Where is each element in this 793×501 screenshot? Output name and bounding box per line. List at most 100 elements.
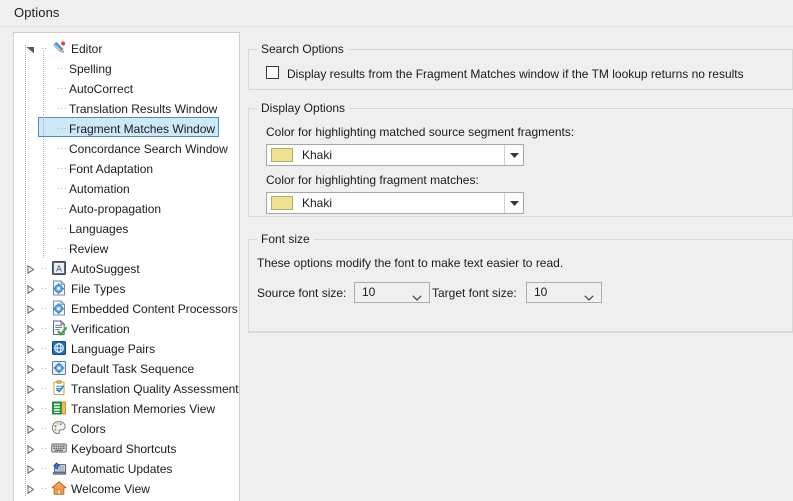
tree-item-fragment-matches-window[interactable]: ··· Fragment Matches Window <box>14 117 239 138</box>
tree-item-keyboard-shortcuts[interactable]: ·· Keyboard Shortcuts <box>14 438 239 458</box>
palette-icon <box>51 420 66 434</box>
chevron-down-icon <box>412 290 422 304</box>
tree-connector: ··· <box>57 162 67 174</box>
tree-connector: ·· <box>40 362 48 374</box>
tree-item-automation[interactable]: ··· Automation <box>14 178 239 198</box>
source-font-size-combo[interactable]: 10 <box>354 282 430 303</box>
font-size-group: Font size These options modify the font … <box>248 232 793 332</box>
pencil-icon <box>53 41 66 53</box>
triangle-right-icon <box>27 285 34 295</box>
tree-item-embedded-content-processors[interactable]: ·· Embedded Content Processors <box>14 298 239 318</box>
triangle-right-icon <box>27 465 34 475</box>
tree-connector: ··· <box>57 122 67 134</box>
font-size-description: These options modify the font to make te… <box>257 256 564 270</box>
tree-item-automatic-updates[interactable]: ·· Automatic Updates <box>14 458 239 478</box>
triangle-right-icon <box>27 385 34 395</box>
tree-item-label: Spelling <box>69 61 112 76</box>
font-size-title: Font size <box>261 232 310 246</box>
pencil-icon <box>51 40 68 56</box>
tree-item-autocorrect[interactable]: ··· AutoCorrect <box>14 78 239 98</box>
tree-item-translation-quality-assessment[interactable]: ·· Translation Quality Assessment <box>14 378 239 398</box>
file-gear-icon <box>51 279 68 296</box>
tree-item-label: Verification <box>71 321 130 336</box>
source-fragment-color-label: Color for highlighting matched source se… <box>266 125 575 139</box>
tree-item-label: Concordance Search Window <box>69 141 228 156</box>
options-category-tree[interactable]: ·· Editor ··· Spelling ··· AutoCorrect ··· Tran… <box>13 32 240 501</box>
tree-item-spelling[interactable]: ··· Spelling <box>14 58 239 78</box>
target-font-size-combo[interactable]: 10 <box>526 282 602 303</box>
title-separator <box>0 26 793 27</box>
fragment-matches-color-combo[interactable]: Khaki <box>266 192 524 214</box>
palette-icon <box>51 420 68 436</box>
tree-connector: ·· <box>40 482 48 494</box>
chevron-down-icon <box>584 290 594 304</box>
tree-item-verification[interactable]: ·· Verification <box>14 318 239 338</box>
page-title: Options <box>14 5 60 20</box>
tree-connector: ·· <box>40 42 48 54</box>
tree-connector: ·· <box>40 402 48 414</box>
tree-item-editor[interactable]: ·· Editor <box>14 38 239 58</box>
tree-guide-line <box>25 45 26 497</box>
clipboard-check-icon <box>53 380 65 395</box>
chevron-down-icon <box>510 201 519 206</box>
tree-item-translation-memories-view[interactable]: ·· Translation Memories View <box>14 398 239 418</box>
tree-item-label: Font Adaptation <box>69 161 154 176</box>
monitor-update-icon <box>51 460 68 476</box>
tree-item-label: Languages <box>69 221 129 236</box>
tree-item-review[interactable]: ··· Review <box>14 238 239 258</box>
memory-bars-icon <box>51 400 68 416</box>
tree-item-language-pairs[interactable]: ·· Language Pairs <box>14 338 239 358</box>
tree-item-label: Translation Quality Assessment <box>71 381 239 396</box>
display-fragment-results-label: Display results from the Fragment Matche… <box>287 66 744 81</box>
source-fragment-color-combo[interactable]: Khaki <box>266 144 524 166</box>
source-font-size-label: Source font size: <box>257 286 347 300</box>
source-fragment-color-swatch <box>271 148 293 162</box>
tree-connector: ·· <box>40 322 48 334</box>
tree-item-file-types[interactable]: ·· File Types <box>14 278 239 298</box>
fragment-matches-color-value: Khaki <box>302 196 333 210</box>
display-options-title: Display Options <box>261 101 346 115</box>
tree-item-colors[interactable]: ·· Colors <box>14 418 239 438</box>
tree-item-translation-results-window[interactable]: ··· Translation Results Window <box>14 98 239 118</box>
triangle-right-icon <box>27 445 34 455</box>
file-gear-icon <box>53 279 66 296</box>
gear-square-icon <box>52 360 66 375</box>
tree-rows: ·· Editor ··· Spelling ··· AutoCorrect ··· Tran… <box>14 33 239 498</box>
tree-connector: ·· <box>40 282 48 294</box>
tree-connector: ··· <box>57 62 67 74</box>
options-content-pane: Search Options Display results from the … <box>248 32 793 501</box>
autosuggest-icon: A <box>52 260 66 275</box>
tree-connector: ·· <box>40 382 48 394</box>
display-options-group: Display Options Color for highlighting m… <box>248 101 793 217</box>
tree-item-default-task-sequence[interactable]: ·· Default Task Sequence <box>14 358 239 378</box>
tree-connector: ··· <box>57 202 67 214</box>
display-fragment-results-checkbox[interactable] <box>266 66 279 80</box>
tree-item-autosuggest[interactable]: ·· A AutoSuggest <box>14 258 239 278</box>
tree-item-languages[interactable]: ··· Languages <box>14 218 239 238</box>
display-fragment-results-checkbox-row[interactable]: Display results from the Fragment Matche… <box>266 66 744 81</box>
tree-item-label: Fragment Matches Window <box>69 121 216 136</box>
target-font-size-label: Target font size: <box>432 286 517 300</box>
tree-item-welcome-view[interactable]: ·· Welcome View <box>14 478 239 498</box>
tree-item-auto-propagation[interactable]: ··· Auto-propagation <box>14 198 239 218</box>
tree-item-label: Translation Memories View <box>71 401 216 416</box>
svg-text:A: A <box>56 263 62 273</box>
tree-connector: ··· <box>57 242 67 254</box>
keyboard-icon <box>51 443 67 453</box>
triangle-right-icon <box>27 405 34 415</box>
fragment-matches-color-swatch <box>271 196 293 210</box>
tree-item-concordance-search-window[interactable]: ··· Concordance Search Window <box>14 138 239 158</box>
tree-connector: ··· <box>57 102 67 114</box>
verification-check-icon <box>51 319 68 336</box>
source-fragment-color-dropdown-button[interactable] <box>504 145 523 165</box>
tree-item-label: Translation Results Window <box>69 101 218 116</box>
tree-item-label: Auto-propagation <box>69 201 162 216</box>
tree-item-label: Colors <box>71 421 106 436</box>
fragment-matches-color-dropdown-button[interactable] <box>504 193 523 213</box>
content-divider <box>248 332 793 333</box>
tree-item-label: File Types <box>71 281 126 296</box>
tree-item-font-adaptation[interactable]: ··· Font Adaptation <box>14 158 239 178</box>
source-font-size-value: 10 <box>362 285 376 299</box>
tree-item-label: Keyboard Shortcuts <box>71 441 177 456</box>
tree-connector: ··· <box>57 182 67 194</box>
